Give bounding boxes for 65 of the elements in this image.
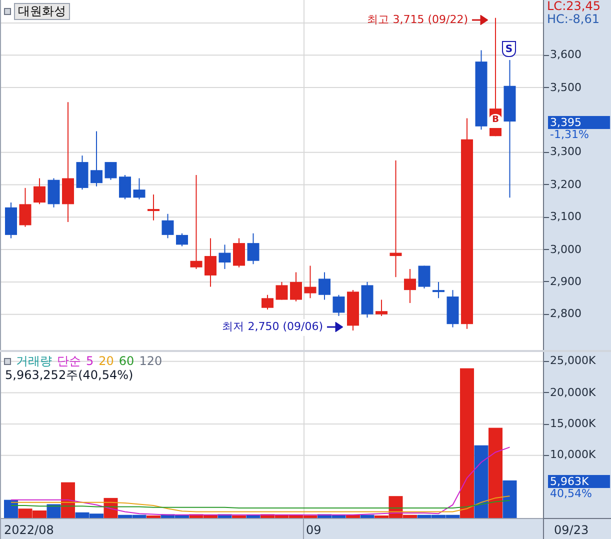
candlestick <box>361 281 374 318</box>
square-icon <box>4 8 11 15</box>
candlestick <box>148 194 160 221</box>
price-change: -1,31% <box>550 128 589 141</box>
date-label: 09/23 <box>554 522 589 539</box>
high-price-note: 최고 3,715 (09/22) <box>367 12 468 28</box>
candlestick <box>347 290 359 332</box>
stock-name: 대원화성 <box>14 3 70 20</box>
candlestick <box>332 294 345 316</box>
candlestick <box>34 178 46 205</box>
candlestick <box>418 265 430 289</box>
candlestick <box>119 174 131 200</box>
candlestick <box>318 272 330 300</box>
price-tick-label: 3,300 <box>550 145 582 160</box>
candlestick <box>19 187 32 228</box>
candlestick <box>104 162 117 180</box>
candlestick <box>176 232 188 247</box>
date-label: 09 <box>306 522 322 539</box>
candlestick <box>446 290 459 328</box>
volume-summary: 5,963,252주(40,54%) <box>5 368 134 382</box>
legend-period: 60 <box>118 354 134 368</box>
candlestick <box>247 232 260 265</box>
candlestick <box>404 268 416 304</box>
price-tick-label: 3,100 <box>550 210 582 224</box>
date-label: 2022/08 <box>4 522 54 539</box>
legend-period: 120 <box>139 354 162 368</box>
buy-marker: B <box>489 114 502 128</box>
price-tick-label: 3,500 <box>550 80 582 94</box>
price-tick-label: 2,900 <box>550 274 582 289</box>
arrow-icon <box>327 322 343 332</box>
legend-method: 단순 <box>57 354 81 368</box>
current-volume-label: 5,963K <box>548 475 610 488</box>
volume-tick-label: 15,000K <box>550 417 596 432</box>
candlestick <box>90 130 102 187</box>
price-tick-label: 2,800 <box>550 307 582 322</box>
volume-ratio: 40,54% <box>550 487 592 500</box>
legend-label: 거래량 <box>16 354 52 368</box>
candlestick <box>133 178 146 200</box>
candlestick <box>76 155 88 190</box>
candlestick <box>276 281 288 300</box>
volume-tick-label: 10,000K <box>550 448 596 462</box>
candlestick <box>290 272 302 302</box>
candlestick <box>304 265 316 299</box>
current-price-label: 3,395 <box>548 116 610 129</box>
candlestick <box>5 202 17 239</box>
candlestick <box>204 238 216 288</box>
candlestick <box>162 213 174 239</box>
candlestick <box>376 299 388 316</box>
low-price-note: 최저 2,750 (09/06) <box>222 319 323 335</box>
price-tick-label: 3,600 <box>550 48 582 62</box>
volume-tick-label: 25,000K <box>550 354 596 368</box>
candlestick <box>262 294 274 310</box>
legend-period: 5 <box>86 354 94 368</box>
price-tick-label: 3,000 <box>550 242 582 257</box>
candlestick <box>48 178 60 208</box>
hc-value: HC:-8,61 <box>547 12 600 26</box>
lc-value: LC:23,45 <box>547 0 600 13</box>
candlestick <box>233 238 245 268</box>
price-tick-label: 3,200 <box>550 178 582 192</box>
sell-marker: S <box>502 41 516 57</box>
volume-tick-label: 20,000K <box>550 386 596 400</box>
legend-period: 20 <box>98 354 114 368</box>
arrow-icon <box>472 15 488 26</box>
candlestick <box>218 244 231 270</box>
candlestick <box>432 281 444 299</box>
